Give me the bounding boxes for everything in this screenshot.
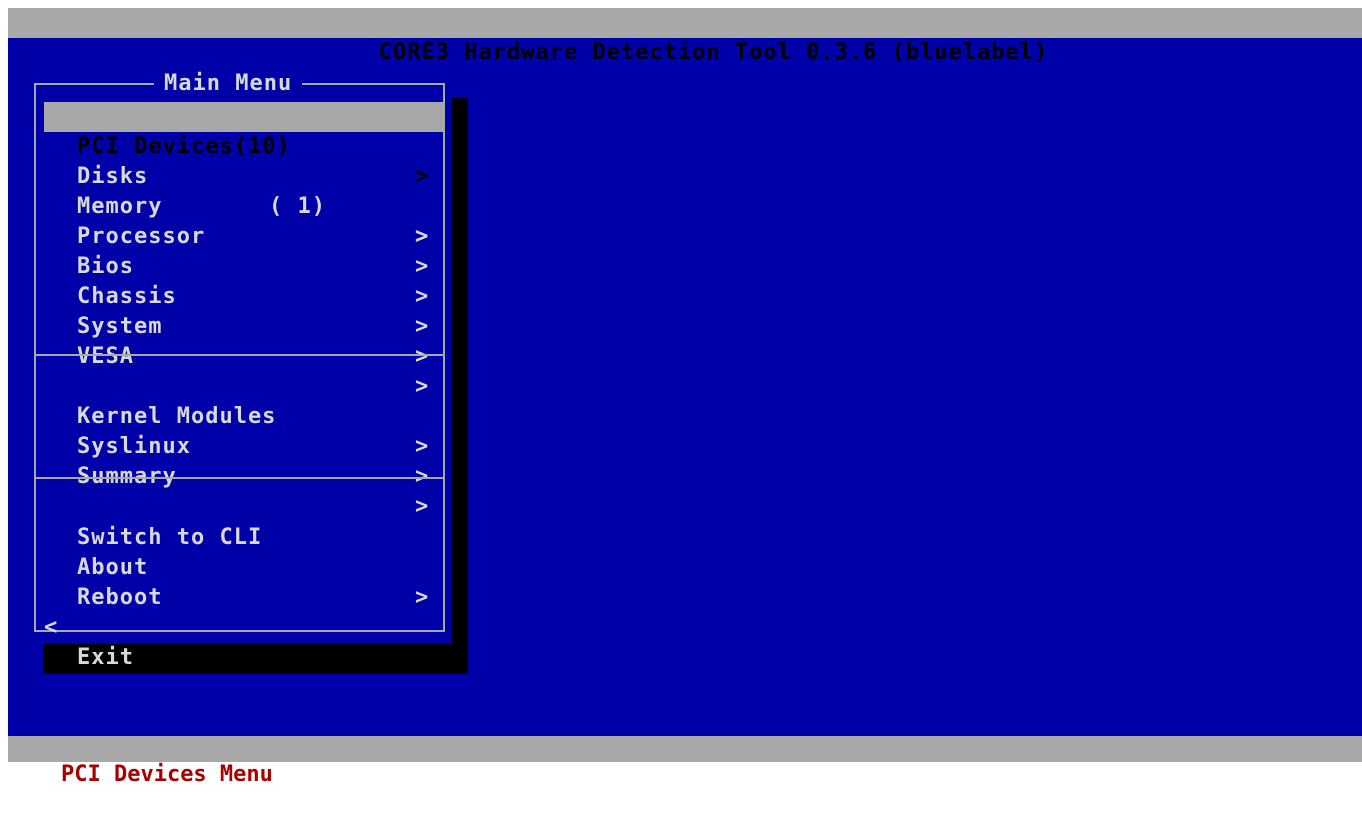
menu-item-label: Exit xyxy=(77,645,134,670)
status-text: PCI Devices Menu xyxy=(60,762,273,787)
menu-item-chassis[interactable]: Chassis > xyxy=(44,252,443,339)
menu-shadow-right xyxy=(452,98,468,674)
menu-item-exit[interactable]: < Exit xyxy=(44,583,443,670)
back-arrow-icon: < xyxy=(44,615,59,640)
menu-item-pci-devices[interactable]: PCI Devices(10) > xyxy=(44,102,443,189)
menu-item-summary[interactable]: Summary > xyxy=(44,432,443,519)
submenu-arrow-icon: > xyxy=(415,344,430,369)
menu-separator xyxy=(36,354,443,356)
title-bar: CORE3 Hardware Detection Tool 0.3.6 (blu… xyxy=(8,8,1362,65)
menu-item-label: VESA xyxy=(77,344,134,369)
menu-item-reboot[interactable]: Reboot xyxy=(44,553,443,610)
status-bar: PCI Devices Menu xyxy=(8,736,1362,787)
menu-item-kernel-modules[interactable]: Kernel Modules > xyxy=(44,372,443,459)
menu-item-memory[interactable]: Memory > xyxy=(44,162,443,249)
menu-item-disks[interactable]: Disks ( 1) > xyxy=(44,132,443,249)
main-menu: Main Menu PCI Devices(10) > Disks ( 1) >… xyxy=(34,71,445,670)
menu-item-system[interactable]: System > xyxy=(44,282,443,369)
menu-item-syslinux[interactable]: Syslinux > xyxy=(44,402,443,489)
screen: CORE3 Hardware Detection Tool 0.3.6 (blu… xyxy=(0,0,1362,787)
app-title: CORE3 Hardware Detection Tool 0.3.6 (blu… xyxy=(378,40,1049,65)
menu-title: Main Menu xyxy=(154,71,303,97)
menu-item-about[interactable]: About > xyxy=(44,523,443,610)
menu-separator xyxy=(36,477,443,479)
menu-item-vesa[interactable]: VESA > xyxy=(44,312,443,399)
menu-item-processor[interactable]: Processor > xyxy=(44,192,443,279)
menu-item-switch-to-cli[interactable]: Switch to CLI xyxy=(44,493,443,550)
menu-item-bios[interactable]: Bios > xyxy=(44,222,443,309)
